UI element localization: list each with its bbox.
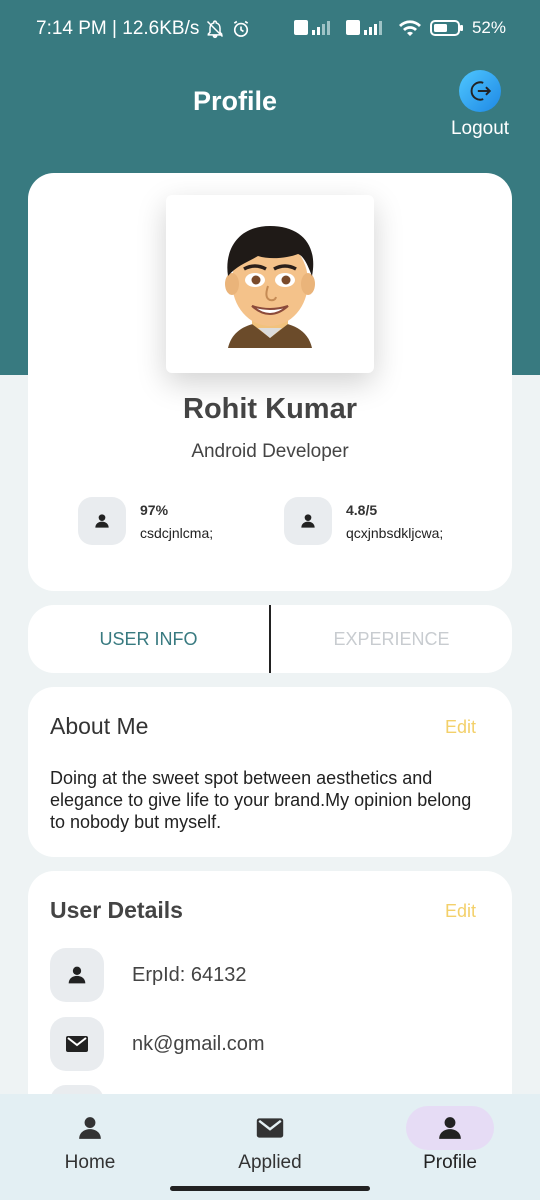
profile-card: Rohit Kumar Android Developer 97% csdcjn…: [28, 173, 512, 591]
stat-value: 4.8/5: [346, 501, 378, 518]
stat-value: 97%: [140, 501, 169, 518]
about-edit-button[interactable]: Edit: [445, 717, 476, 738]
tab-experience[interactable]: EXPERIENCE: [271, 605, 512, 673]
avatar-face-icon: [225, 226, 315, 348]
signal-icon: [345, 19, 390, 37]
nav-home-label: Home: [64, 1152, 116, 1173]
battery-icon: [429, 19, 464, 37]
logout-label: Logout: [450, 118, 510, 139]
tab-bar: USER INFO EXPERIENCE: [28, 605, 512, 673]
stat-label: csdcjnlcma;: [140, 524, 214, 541]
nav-home[interactable]: Home: [35, 1106, 145, 1174]
detail-text: ErpId: 64132: [132, 963, 247, 986]
status-left: 7:14 PM | 12.6KB/s: [36, 18, 251, 40]
mail-icon: [50, 1017, 104, 1071]
nav-applied[interactable]: Applied: [215, 1106, 325, 1174]
avatar: [166, 195, 374, 373]
bottom-navigation: Home Applied Profile: [0, 1094, 540, 1200]
signal-icon: [293, 19, 338, 37]
nav-applied-label: Applied: [238, 1152, 302, 1173]
alarm-icon: [231, 19, 251, 39]
wifi-icon: [398, 18, 422, 38]
logout-button[interactable]: Logout: [446, 70, 514, 140]
person-icon: [78, 497, 126, 545]
user-details-title: User Details: [50, 897, 183, 923]
status-bar: 7:14 PM | 12.6KB/s 52%: [0, 0, 540, 60]
profile-role: Android Developer: [191, 441, 349, 462]
person-icon: [46, 1106, 134, 1150]
battery-percent: 52%: [471, 18, 506, 37]
detail-row-erpid: ErpId: 64132: [50, 948, 247, 1002]
stat-label: qcxjnbsdkljcwa;: [346, 524, 444, 541]
person-icon: [284, 497, 332, 545]
tab-user-info[interactable]: USER INFO: [28, 605, 269, 673]
stat-success: 97% csdcjnlcma;: [78, 497, 213, 545]
detail-text: nk@gmail.com: [132, 1032, 265, 1055]
about-title: About Me: [50, 713, 149, 739]
person-icon: [406, 1106, 494, 1150]
detail-row-email: nk@gmail.com: [50, 1017, 265, 1071]
mail-icon: [226, 1106, 314, 1150]
logout-icon: [459, 70, 501, 112]
page-title: Profile: [192, 86, 278, 116]
stat-rating: 4.8/5 qcxjnbsdkljcwa;: [284, 497, 443, 545]
nav-profile[interactable]: Profile: [395, 1106, 505, 1174]
profile-name: Rohit Kumar: [183, 393, 357, 425]
person-icon: [50, 948, 104, 1002]
user-details-edit-button[interactable]: Edit: [445, 901, 476, 922]
nav-profile-label: Profile: [423, 1152, 477, 1173]
status-time-speed: 7:14 PM | 12.6KB/s: [36, 18, 200, 39]
mute-bell-icon: [205, 19, 225, 39]
gesture-bar: [170, 1186, 370, 1191]
status-right: 52%: [293, 18, 506, 38]
about-card: About Me Edit Doing at the sweet spot be…: [28, 687, 512, 857]
about-text: Doing at the sweet spot between aestheti…: [50, 768, 472, 832]
